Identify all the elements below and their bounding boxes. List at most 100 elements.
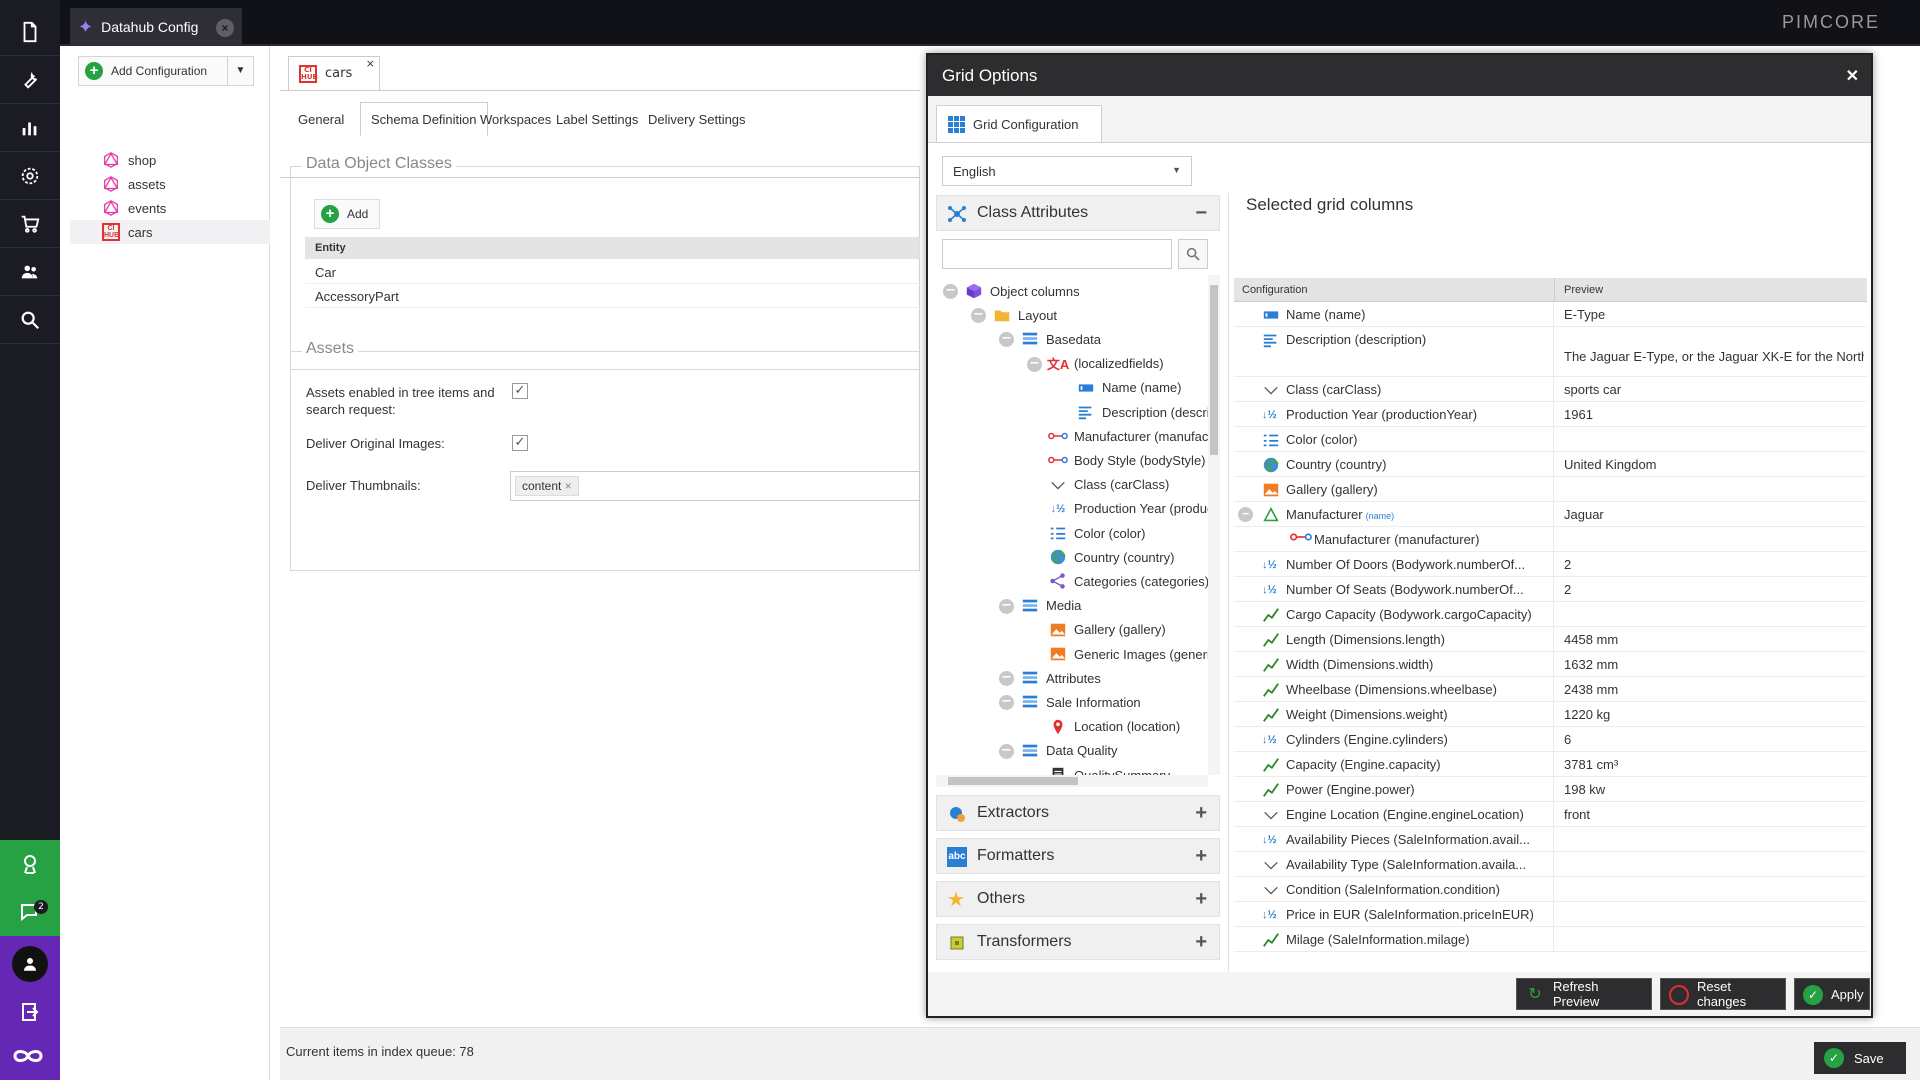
grid-row[interactable]: Engine Location (Engine.engineLocation) f… — [1234, 802, 1867, 827]
others-header[interactable]: ★ Others + — [936, 881, 1220, 917]
add-class-button[interactable]: + Add — [314, 199, 380, 229]
tree-node[interactable]: Name (name) — [1076, 376, 1181, 400]
collapse-node-icon[interactable]: − — [999, 743, 1014, 759]
tree-node[interactable]: Body Style (bodyStyle) — [1048, 448, 1206, 472]
bar-chart-icon[interactable] — [0, 104, 60, 152]
grid-row[interactable]: Country (country) United Kingdom — [1234, 452, 1867, 477]
grid-row[interactable]: ↓½ Production Year (productionYear) 1961 — [1234, 402, 1867, 427]
tree-node[interactable]: Gallery (gallery) — [1048, 618, 1166, 642]
doc-tab-cars[interactable]: CI HUB cars × — [288, 56, 380, 90]
config-item-assets[interactable]: assets — [70, 172, 270, 196]
expand-icon[interactable]: + — [1195, 931, 1207, 954]
formatters-header[interactable]: abc Formatters + — [936, 838, 1220, 874]
search-icon[interactable] — [1178, 239, 1208, 269]
cart-icon[interactable] — [0, 200, 60, 248]
tree-node[interactable]: Color (color) — [1048, 521, 1146, 545]
grid-row[interactable]: Capacity (Engine.capacity) 3781 cm³ — [1234, 752, 1867, 777]
refresh-preview-button[interactable]: ↻ Refresh Preview — [1516, 978, 1652, 1010]
tab-delivery-settings[interactable]: Delivery Settings — [638, 102, 756, 136]
chevron-down-icon[interactable]: ▼ — [227, 57, 253, 85]
grid-row[interactable]: Manufacturer (manufacturer) — [1234, 527, 1867, 552]
wrench-icon[interactable] — [0, 56, 60, 104]
grid-row[interactable]: ↓½ Number Of Doors (Bodywork.numberOf... 2 — [1234, 552, 1867, 577]
tree-node[interactable]: Layout — [992, 303, 1057, 327]
collapse-node-icon[interactable]: − — [999, 598, 1014, 614]
grid-row[interactable]: Power (Engine.power) 198 kw — [1234, 777, 1867, 802]
grid-row[interactable]: ↓½ Cylinders (Engine.cylinders) 6 — [1234, 727, 1867, 752]
tree-node[interactable]: Location (location) — [1048, 715, 1180, 739]
close-icon[interactable]: × — [366, 57, 375, 70]
class-attributes-header[interactable]: Class Attributes − — [936, 195, 1220, 231]
add-configuration-button[interactable]: + Add Configuration ▼ — [78, 56, 254, 86]
config-item-cars[interactable]: CI HUB cars — [70, 220, 270, 244]
close-tab-icon[interactable]: × — [216, 19, 234, 37]
search-icon[interactable] — [0, 296, 60, 344]
attribute-search-input[interactable] — [942, 239, 1172, 269]
thumbnails-tag-field[interactable]: content × — [510, 471, 920, 501]
config-item-shop[interactable]: shop — [70, 148, 270, 172]
tab-label-settings[interactable]: Label Settings — [546, 102, 648, 136]
grid-row[interactable]: Class (carClass) sports car — [1234, 377, 1867, 402]
tree-node[interactable]: Basedata — [1020, 327, 1101, 351]
tree-node[interactable]: ↓½ Production Year (productionYear) — [1048, 497, 1220, 521]
grid-row[interactable]: Name (name) E-Type — [1234, 302, 1867, 327]
collapse-node-icon[interactable]: − — [971, 308, 986, 324]
avatar[interactable] — [0, 940, 60, 988]
gear-icon[interactable] — [0, 152, 60, 200]
collapse-node-icon[interactable]: − — [999, 332, 1014, 348]
grid-row[interactable]: Condition (SaleInformation.condition) — [1234, 877, 1867, 902]
tree-node[interactable]: Generic Images (genericImages) — [1048, 642, 1220, 666]
tree-hscrollbar[interactable] — [936, 775, 1208, 787]
collapse-icon[interactable]: − — [1195, 202, 1207, 225]
grid-row[interactable]: Length (Dimensions.length) 4458 mm — [1234, 627, 1867, 652]
expand-icon[interactable]: + — [1195, 802, 1207, 825]
collapse-node-icon[interactable]: − — [943, 284, 958, 299]
tree-node[interactable]: Media — [1020, 594, 1081, 618]
tree-node[interactable]: Class (carClass) — [1048, 473, 1169, 497]
assets-enabled-checkbox[interactable]: ✓ — [512, 383, 528, 399]
grid-row[interactable]: Color (color) — [1234, 427, 1867, 452]
tree-node[interactable]: Country (country) — [1048, 545, 1174, 569]
grid-row[interactable]: Width (Dimensions.width) 1632 mm — [1234, 652, 1867, 677]
grid-row[interactable]: Cargo Capacity (Bodywork.cargoCapacity) — [1234, 602, 1867, 627]
tab-datahub-config[interactable]: ✦ Datahub Config × — [70, 8, 242, 46]
tree-node[interactable]: Data Quality — [1020, 739, 1118, 763]
extractors-header[interactable]: Extractors + — [936, 795, 1220, 831]
grid-row[interactable]: Gallery (gallery) — [1234, 477, 1867, 502]
users-icon[interactable] — [0, 248, 60, 296]
expand-icon[interactable]: + — [1195, 845, 1207, 868]
collapse-node-icon[interactable]: − — [1027, 356, 1042, 372]
tab-schema-definition[interactable]: Schema Definition — [360, 102, 488, 136]
tree-node[interactable]: Sale Information — [1020, 690, 1141, 714]
grid-row[interactable]: ↓½ Number Of Seats (Bodywork.numberOf... 2 — [1234, 577, 1867, 602]
grid-row[interactable]: ↓½ Availability Pieces (SaleInformation.a… — [1234, 827, 1867, 852]
collapse-node-icon[interactable]: − — [999, 671, 1014, 687]
grid-row[interactable]: Availability Type (SaleInformation.avail… — [1234, 852, 1867, 877]
chat-icon[interactable]: 2 — [0, 888, 60, 936]
tree-node[interactable]: Description (description) — [1076, 400, 1220, 424]
save-button[interactable]: ✓ Save — [1814, 1042, 1906, 1074]
collapse-node-icon[interactable]: − — [999, 695, 1014, 711]
reset-changes-button[interactable]: Reset changes — [1660, 978, 1786, 1010]
tab-general[interactable]: General — [288, 102, 354, 136]
tree-node[interactable]: Object columns — [964, 279, 1080, 303]
logout-icon[interactable] — [0, 988, 60, 1036]
collapse-row-icon[interactable]: − — [1238, 507, 1253, 522]
deliver-original-checkbox[interactable]: ✓ — [512, 435, 528, 451]
config-item-events[interactable]: events — [70, 196, 270, 220]
language-select[interactable]: English ▼ — [942, 156, 1192, 186]
remove-tag-icon[interactable]: × — [565, 479, 572, 493]
grid-row[interactable]: − Manufacturer (name) Jaguar — [1234, 502, 1867, 527]
tree-node[interactable]: Attributes — [1020, 666, 1101, 690]
grid-row[interactable]: Milage (SaleInformation.milage) — [1234, 927, 1867, 952]
tree-scrollbar[interactable] — [1208, 275, 1220, 775]
grid-row[interactable]: Wheelbase (Dimensions.wheelbase) 2438 mm — [1234, 677, 1867, 702]
tree-node[interactable]: Manufacturer (manufacturer) — [1048, 424, 1220, 448]
grid-row[interactable]: ↓½ Price in EUR (SaleInformation.priceInE… — [1234, 902, 1867, 927]
grid-row[interactable]: Weight (Dimensions.weight) 1220 kg — [1234, 702, 1867, 727]
tree-node[interactable]: 文A (localizedfields) — [1047, 352, 1164, 376]
close-icon[interactable]: ✕ — [1846, 66, 1859, 86]
entity-row[interactable]: AccessoryPart — [305, 284, 920, 308]
entity-row[interactable]: Car — [305, 260, 920, 284]
tab-grid-configuration[interactable]: Grid Configuration — [936, 105, 1102, 142]
